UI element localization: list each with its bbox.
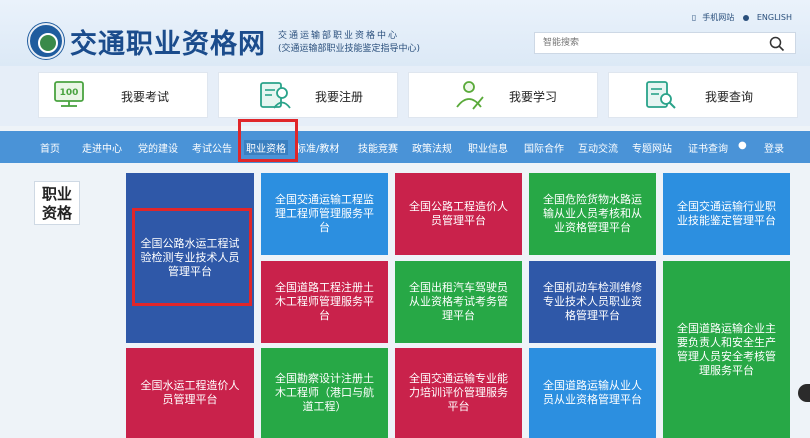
nav-item-party[interactable]: 党的建设 xyxy=(138,140,178,155)
tile-supervision-engineer[interactable]: 全国交通运输工程监理工程师管理服务平台 xyxy=(261,173,388,255)
search-box xyxy=(534,32,796,54)
nav-item-certificate[interactable]: 证书查询 xyxy=(688,140,728,155)
tile-waterway-cost[interactable]: 全国水运工程造价人员管理平台 xyxy=(126,348,254,438)
query-icon xyxy=(646,81,676,109)
exam-icon: 100 xyxy=(54,81,84,107)
tile-label: 全国出租汽车驾驶员从业资格考试考务管理平台 xyxy=(409,281,508,322)
nav-item-policy[interactable]: 政策法规 xyxy=(412,140,452,155)
site-title[interactable]: 交通职业资格网 xyxy=(70,22,266,61)
quick-entry-label: 我要注册 xyxy=(315,90,364,104)
main-nav: 首页 走进中心 党的建设 考试公告 职业资格 标准/教材 技能竞赛 政策法规 职… xyxy=(0,131,810,163)
tile-label: 全国交通运输行业职业技能鉴定管理平台 xyxy=(677,200,776,227)
tile-label: 全国道路运输企业主要负责人和安全生产管理人员安全考核管理服务平台 xyxy=(677,321,776,377)
tile-safety-assessment[interactable]: 全国道路运输企业主要负责人和安全生产管理人员安全考核管理服务平台 xyxy=(663,261,790,438)
quick-entry-exam[interactable]: 100 我要考试 xyxy=(38,72,208,118)
search-input[interactable] xyxy=(543,35,763,51)
tile-survey-design-engineer[interactable]: 全国勘察设计注册土木工程师（港口与航道工程） xyxy=(261,348,388,438)
globe-icon xyxy=(742,15,749,21)
tile-road-civil-engineer[interactable]: 全国道路工程注册土木工程师管理服务平台 xyxy=(261,261,388,343)
quick-entry-bar: 100 我要考试 我要注册 我要学习 我要查询 xyxy=(0,66,810,126)
tile-label: 全国危险货物水路运输从业人员考核和从业资格管理平台 xyxy=(543,193,642,234)
tile-label: 全国道路运输从业人员从业资格管理平台 xyxy=(543,379,642,406)
site-header: 交通职业资格网 交通运输部职业资格中心 (交通运输部职业技能鉴定指导中心) ▯ 手… xyxy=(0,0,810,66)
nav-item-qualification[interactable]: 职业资格 xyxy=(244,140,288,155)
quick-entry-label: 我要查询 xyxy=(705,90,754,104)
quick-entry-label: 我要考试 xyxy=(121,90,170,104)
subtitle-line-2: (交通运输部职业技能鉴定指导中心) xyxy=(278,44,421,54)
quick-entry-label: 我要学习 xyxy=(509,90,558,104)
quick-entry-study[interactable]: 我要学习 xyxy=(408,72,598,118)
study-icon xyxy=(456,81,484,110)
nav-item-international[interactable]: 国际合作 xyxy=(524,140,564,155)
mobile-site-label: 手机网站 xyxy=(702,13,735,22)
site-subtitle: 交通运输部职业资格中心 (交通运输部职业技能鉴定指导中心) xyxy=(278,30,420,56)
tile-skill-appraisal[interactable]: 全国交通运输行业职业技能鉴定管理平台 xyxy=(663,173,790,255)
tile-label: 全国水运工程造价人员管理平台 xyxy=(140,379,240,406)
top-links: ▯ 手机网站 ENGLISH xyxy=(686,12,792,23)
quick-entry-register[interactable]: 我要注册 xyxy=(218,72,398,118)
nav-item-login[interactable]: 登录 xyxy=(764,140,784,155)
tile-vehicle-inspection[interactable]: 全国机动车检测维修专业技术人员职业资格管理平台 xyxy=(529,261,656,343)
nav-item-competition[interactable]: 技能竞赛 xyxy=(358,140,398,155)
nav-item-interaction[interactable]: 互动交流 xyxy=(578,140,618,155)
tile-label: 全国公路水运工程试验检测专业技术人员管理平台 xyxy=(140,237,240,278)
side-float-button[interactable] xyxy=(798,384,810,402)
nav-item-topics[interactable]: 专题网站 xyxy=(632,140,672,155)
tile-highway-cost[interactable]: 全国公路工程造价人员管理平台 xyxy=(395,173,522,255)
search-icon[interactable] xyxy=(769,36,785,52)
tile-label: 全国交通运输工程监理工程师管理服务平台 xyxy=(275,193,374,234)
user-icon[interactable]: ● xyxy=(738,140,747,151)
svg-text:100: 100 xyxy=(60,88,79,98)
subtitle-line-1: 交通运输部职业资格中心 xyxy=(278,31,400,41)
tile-label: 全国机动车检测维修专业技术人员职业资格管理平台 xyxy=(543,281,642,322)
quick-entry-query[interactable]: 我要查询 xyxy=(608,72,798,118)
tile-highway-waterway-testing[interactable]: 全国公路水运工程试验检测专业技术人员管理平台 xyxy=(126,173,254,343)
logo-emblem-icon[interactable] xyxy=(28,23,64,59)
tile-label: 全国道路工程注册土木工程师管理服务平台 xyxy=(275,281,374,322)
tile-label: 全国交通运输专业能力培训评价管理服务平台 xyxy=(409,372,508,413)
english-label: ENGLISH xyxy=(756,13,792,22)
section-label: 职业 资格 xyxy=(34,181,80,225)
tile-road-transport-staff[interactable]: 全国道路运输从业人员从业资格管理平台 xyxy=(529,348,656,438)
tile-dangerous-goods[interactable]: 全国危险货物水路运输从业人员考核和从业资格管理平台 xyxy=(529,173,656,255)
nav-item-exam-notice[interactable]: 考试公告 xyxy=(192,140,232,155)
register-icon xyxy=(260,82,291,109)
section-label-line-2: 资格 xyxy=(41,204,72,222)
mobile-site-link[interactable]: ▯ 手机网站 xyxy=(692,13,734,22)
tile-label: 全国公路工程造价人员管理平台 xyxy=(409,200,508,227)
tile-taxi-driver[interactable]: 全国出租汽车驾驶员从业资格考试考务管理平台 xyxy=(395,261,522,343)
tile-label: 全国勘察设计注册土木工程师（港口与航道工程） xyxy=(275,372,374,413)
section-label-line-1: 职业 xyxy=(41,185,72,203)
nav-item-standards[interactable]: 标准/教材 xyxy=(296,140,339,155)
nav-item-career-info[interactable]: 职业信息 xyxy=(468,140,508,155)
english-link[interactable]: ENGLISH xyxy=(742,13,792,22)
nav-item-home[interactable]: 首页 xyxy=(40,140,60,155)
nav-item-about[interactable]: 走进中心 xyxy=(82,140,122,155)
tile-professional-training[interactable]: 全国交通运输专业能力培训评价管理服务平台 xyxy=(395,348,522,438)
